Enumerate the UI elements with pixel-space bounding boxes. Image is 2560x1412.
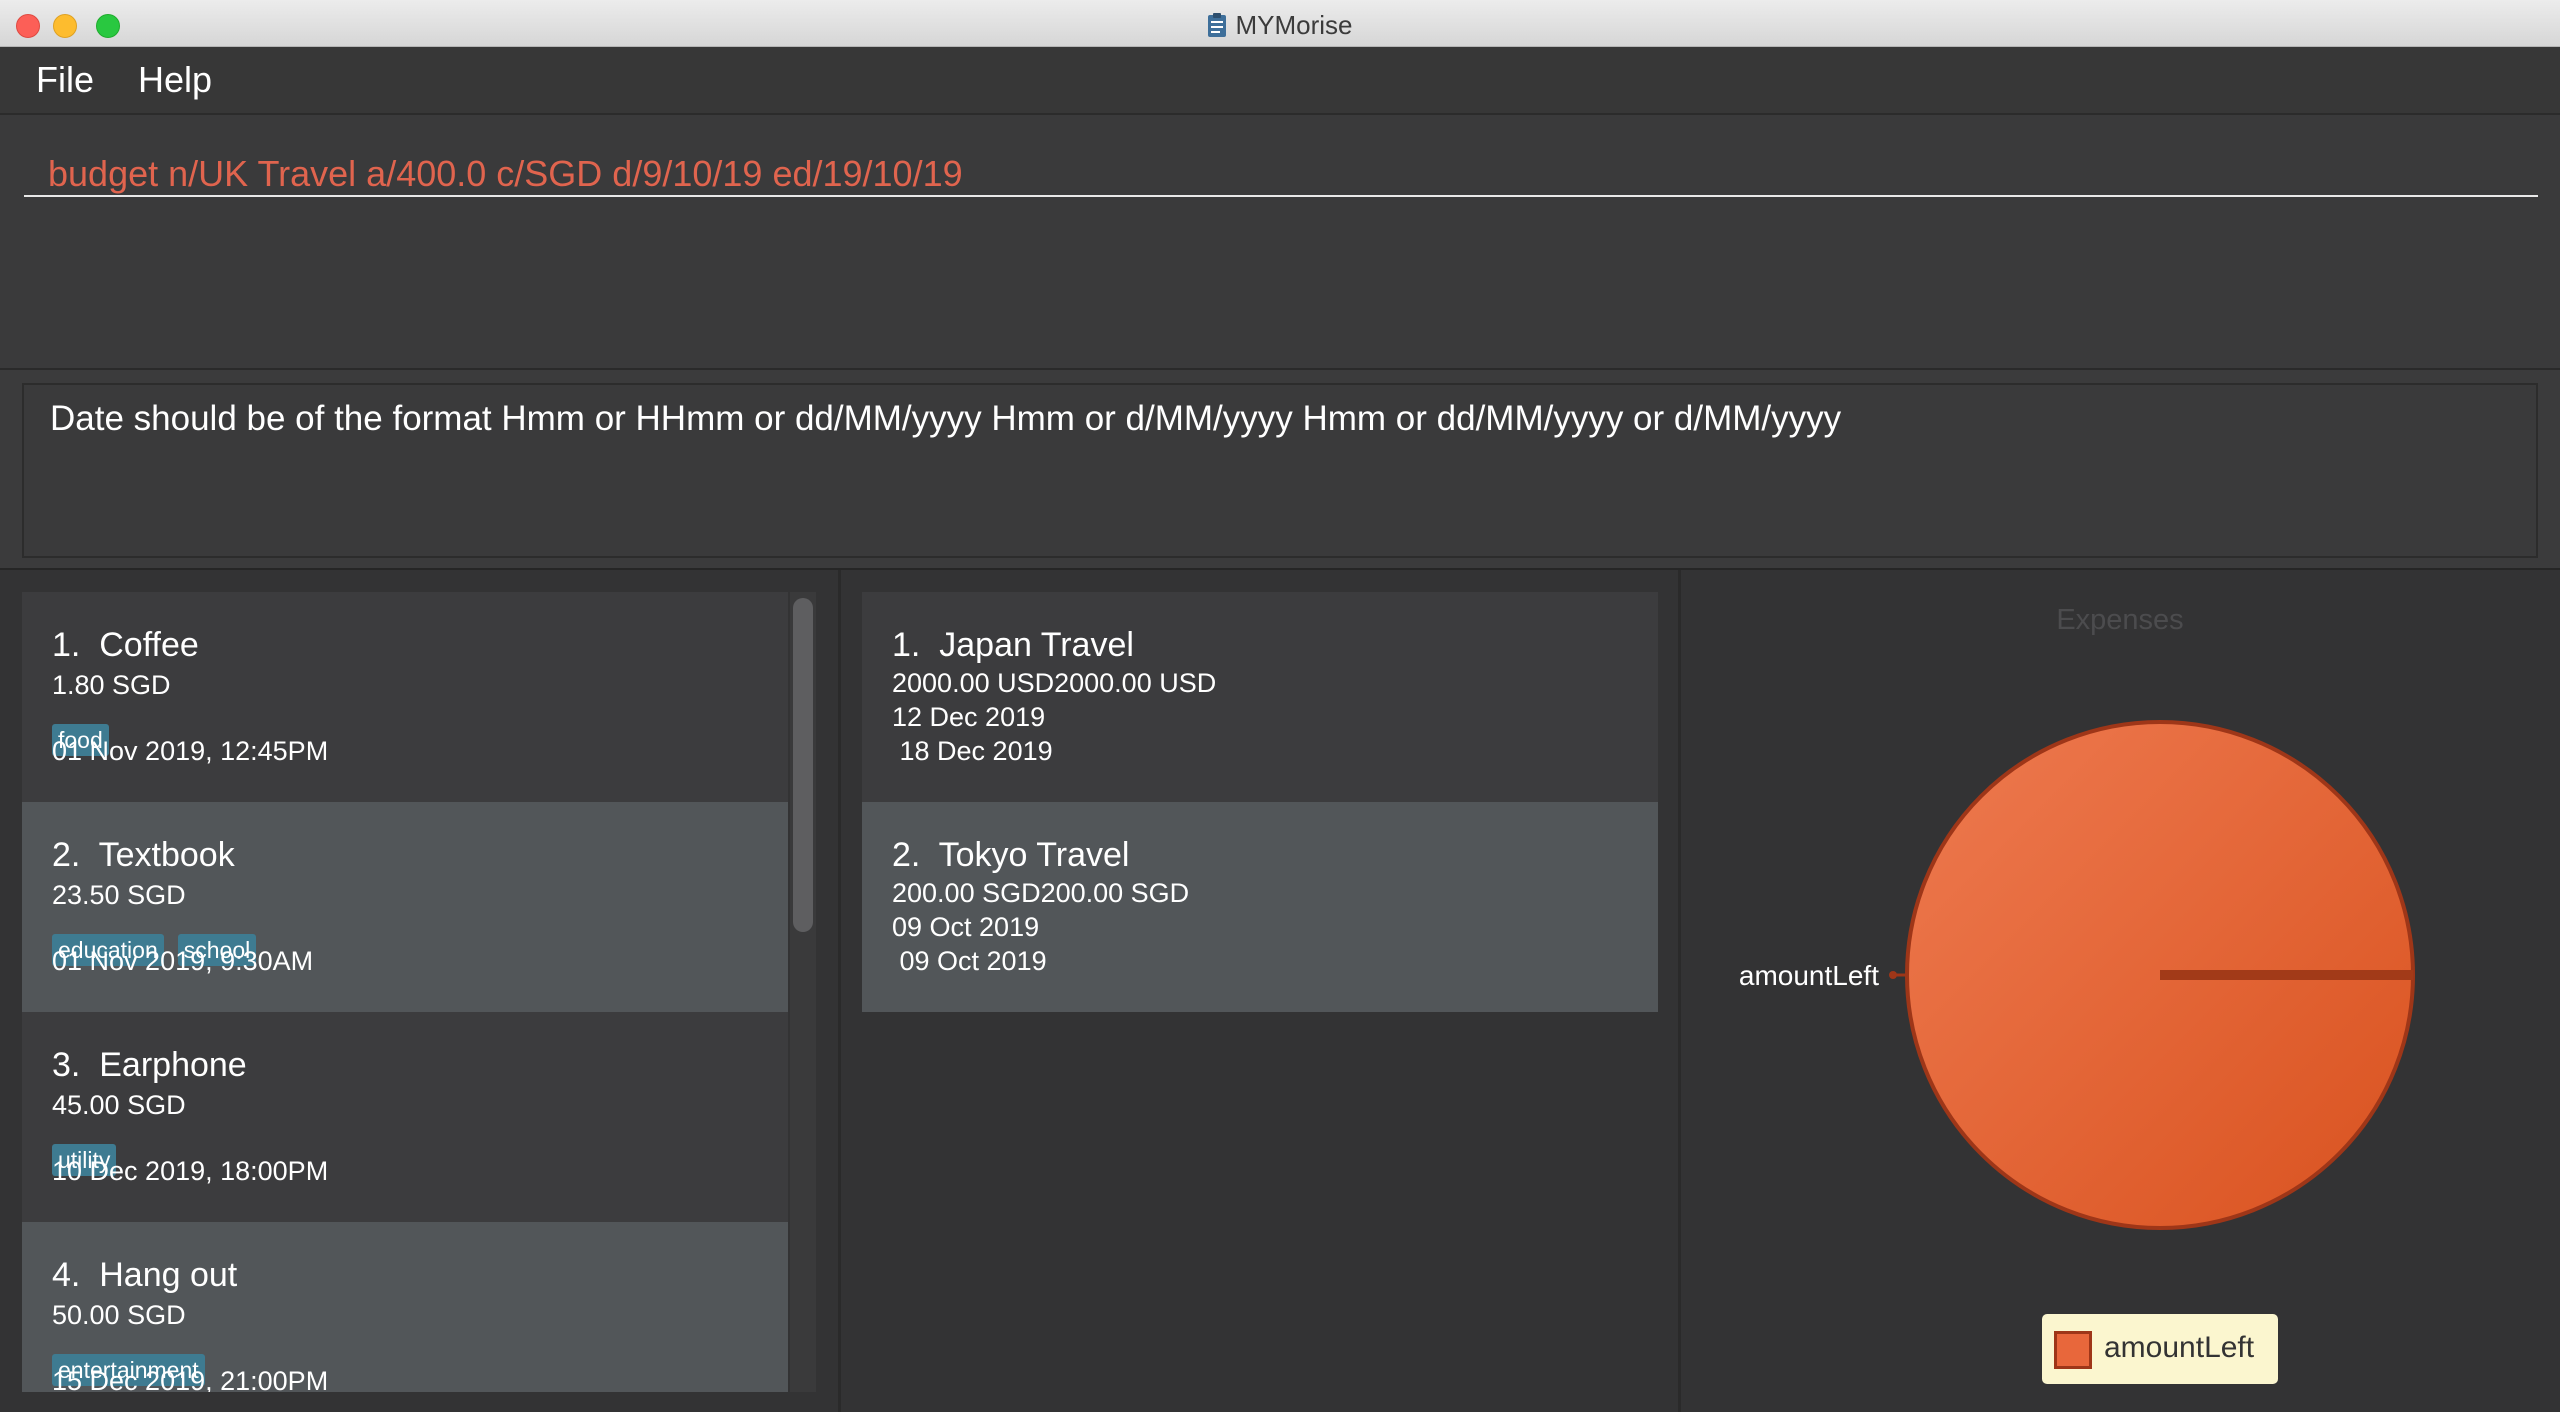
pie-slice-label: amountLeft <box>1739 960 1879 991</box>
budget-end-date: 18 Dec 2019 <box>892 736 1053 766</box>
budget-amount: 200.00 SGD200.00 SGD <box>892 878 1190 908</box>
budget-card[interactable]: 1. Japan Travel 2000.00 USD2000.00 USD 1… <box>862 592 1658 802</box>
budget-amount: 2000.00 USD2000.00 USD <box>892 668 1217 698</box>
expense-card[interactable]: 4. Hang out 50.00 SGD entertainment 15 D… <box>22 1222 788 1392</box>
pie-label-dot <box>1889 971 1897 979</box>
expense-card[interactable]: 3. Earphone 45.00 SGD utility 10 Dec 201… <box>22 1012 788 1222</box>
command-input-text: budget n/UK Travel a/400.0 c/SGD d/9/10/… <box>48 153 963 194</box>
budget-title: 2. Tokyo Travel <box>892 836 1130 874</box>
expense-title: 1. Coffee <box>52 626 199 664</box>
expense-date: 10 Dec 2019, 18:00PM <box>52 1156 329 1186</box>
expense-card[interactable]: 1. Coffee 1.80 SGD food 01 Nov 2019, 12:… <box>22 592 788 802</box>
menu-help[interactable]: Help <box>132 59 218 101</box>
command-panel: budget n/UK Travel a/400.0 c/SGD d/9/10/… <box>0 115 2560 370</box>
expense-card[interactable]: 2. Textbook 23.50 SGD education school 0… <box>22 802 788 1012</box>
expense-date: 01 Nov 2019, 9:30AM <box>52 946 314 976</box>
budget-start-date: 12 Dec 2019 <box>892 702 1046 732</box>
expense-list: 1. Coffee 1.80 SGD food 01 Nov 2019, 12:… <box>22 592 788 1392</box>
expense-date: 15 Dec 2019, 21:00PM <box>52 1366 329 1392</box>
window-title: MYMorise <box>0 10 2560 41</box>
column-divider <box>838 570 841 1412</box>
window-title-bar: MYMorise <box>0 0 2560 47</box>
legend-label: amountLeft <box>2104 1331 2255 1364</box>
expense-title: 2. Textbook <box>52 836 235 874</box>
budget-title: 1. Japan Travel <box>892 626 1134 664</box>
expense-amount: 50.00 SGD <box>52 1300 186 1330</box>
budget-list: 1. Japan Travel 2000.00 USD2000.00 USD 1… <box>862 592 1658 1012</box>
result-display: Date should be of the format Hmm or HHmm… <box>22 383 2538 558</box>
expense-amount: 23.50 SGD <box>52 880 186 910</box>
expense-title: 3. Earphone <box>52 1046 247 1084</box>
command-input[interactable]: budget n/UK Travel a/400.0 c/SGD d/9/10/… <box>24 137 2538 197</box>
clipboard-icon <box>1208 13 1227 37</box>
expense-list-scrollbar[interactable] <box>793 598 813 932</box>
result-message: Date should be of the format Hmm or HHmm… <box>50 399 1842 438</box>
expense-title: 4. Hang out <box>52 1256 238 1294</box>
expense-date: 01 Nov 2019, 12:45PM <box>52 736 329 766</box>
budget-end-date: 09 Oct 2019 <box>892 946 1047 976</box>
expense-amount: 45.00 SGD <box>52 1090 186 1120</box>
expense-amount: 1.80 SGD <box>52 670 171 700</box>
menu-bar: File Help <box>0 47 2560 115</box>
budget-start-date: 09 Oct 2019 <box>892 912 1040 942</box>
chart-legend: amountLeft <box>2042 1314 2278 1384</box>
menu-file[interactable]: File <box>30 59 100 101</box>
expense-pie-chart: amountLeft <box>1739 720 2415 1230</box>
budget-card[interactable]: 2. Tokyo Travel 200.00 SGD200.00 SGD 09 … <box>862 802 1658 1012</box>
window-title-text: MYMorise <box>1235 10 1353 40</box>
legend-swatch <box>2054 1331 2092 1369</box>
